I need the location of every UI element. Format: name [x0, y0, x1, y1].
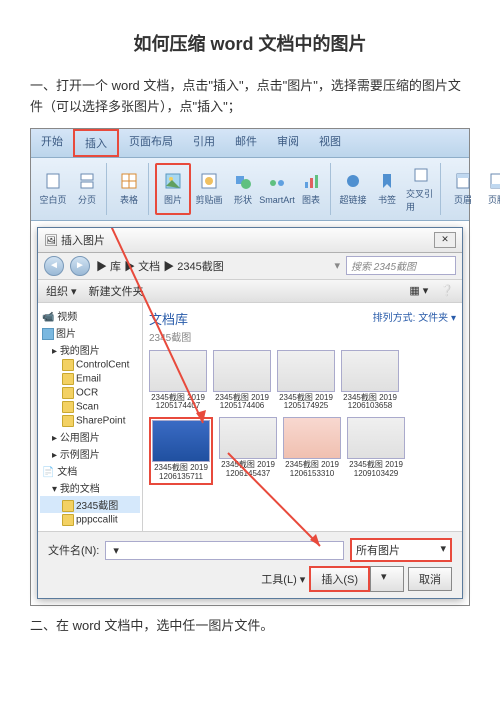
paragraph-1: 一、打开一个 word 文档，点击"插入"，点击"图片"，选择需要压缩的图片文件… [30, 76, 470, 118]
filter-dropdown[interactable]: 所有图片▾ [350, 538, 452, 562]
library-sub: 2345截图 [149, 329, 191, 344]
organize-button[interactable]: 组织 ▾ [46, 283, 77, 299]
insert-picture-dialog: 🖼 插入图片 ✕ ◄ ► ▶ 库 ▶ 文档 ▶ 2345截图 ▾ 搜索 2345… [37, 227, 463, 600]
ribbon-tabs: 开始 插入 页面布局 引用 邮件 审阅 视图 [31, 129, 469, 158]
thumbnail-item[interactable]: 2345截图 20191209103429 [347, 417, 405, 485]
sidebar: 📹 视频 图片 ▸ 我的图片 ControlCent Email OCR Sca… [38, 303, 143, 532]
tree-sample-pictures[interactable]: ▸ 示例图片 [40, 445, 140, 462]
tree-ocr[interactable]: OCR [40, 386, 140, 400]
blank-page-button[interactable]: 空白页 [37, 163, 69, 215]
thumbnail-item[interactable]: 2345截图 20191206145437 [219, 417, 277, 485]
picture-icon: 🖼 [44, 235, 58, 247]
tree-video[interactable]: 📹 视频 [40, 307, 140, 324]
search-input[interactable]: 搜索 2345截图 [346, 256, 456, 275]
breadcrumb[interactable]: ▶ 库 ▶ 文档 ▶ 2345截图 [96, 258, 328, 274]
new-folder-button[interactable]: 新建文件夹 [89, 283, 144, 299]
header-button[interactable]: 页眉 [447, 163, 479, 215]
tree-sharepoint[interactable]: SharePoint [40, 414, 140, 428]
page-title: 如何压缩 word 文档中的图片 [30, 30, 470, 56]
tree-scan[interactable]: Scan [40, 400, 140, 414]
thumbnail-item[interactable]: 2345截图 20191206103658 [341, 350, 399, 412]
filename-label: 文件名(N): [48, 542, 99, 558]
thumbnail-item[interactable]: 2345截图 20191205174925 [277, 350, 335, 412]
clipart-button[interactable]: 剪贴画 [193, 163, 225, 215]
tree-controlcenter[interactable]: ControlCent [40, 358, 140, 372]
table-button[interactable]: 表格 [113, 163, 145, 215]
bookmark-button[interactable]: 书签 [371, 163, 403, 215]
insert-dropdown[interactable]: ▾ [370, 566, 404, 592]
paragraph-2: 二、在 word 文档中，选中任一图片文件。 [30, 616, 470, 637]
tab-home[interactable]: 开始 [31, 129, 73, 157]
filename-input[interactable]: ▾ [105, 541, 344, 560]
thumbnail-item[interactable]: 2345截图 20191205174406 [213, 350, 271, 412]
tab-references[interactable]: 引用 [183, 129, 225, 157]
thumbnail-item[interactable]: 2345截图 20191205174407 [149, 350, 207, 412]
tree-2345[interactable]: 2345截图 [40, 496, 140, 513]
tab-mailings[interactable]: 邮件 [225, 129, 267, 157]
library-header: 文档库 [149, 309, 191, 328]
tree-my-docs[interactable]: ▾ 我的文档 [40, 479, 140, 496]
dialog-title: 🖼 插入图片 [44, 232, 105, 248]
back-button[interactable]: ◄ [44, 256, 64, 276]
crossref-button[interactable]: 交叉引用 [405, 163, 437, 215]
sort-dropdown[interactable]: 文件夹 ▾ [418, 313, 456, 324]
picture-button[interactable]: 图片 [155, 163, 191, 215]
tree-public-pictures[interactable]: ▸ 公用图片 [40, 428, 140, 445]
tree-docs[interactable]: 📄 文档 [40, 462, 140, 479]
smartart-button[interactable]: SmartArt [261, 163, 293, 215]
cancel-button[interactable]: 取消 [408, 567, 452, 591]
hyperlink-button[interactable]: 超链接 [337, 163, 369, 215]
tab-layout[interactable]: 页面布局 [119, 129, 183, 157]
tab-review[interactable]: 审阅 [267, 129, 309, 157]
tree-pictures[interactable]: 图片 [40, 324, 140, 341]
word-app-window: 开始 插入 页面布局 引用 邮件 审阅 视图 空白页 分页 表格 图片 剪贴画 … [30, 128, 470, 607]
page-break-button[interactable]: 分页 [71, 163, 103, 215]
file-pane: 文档库 2345截图 排列方式: 文件夹 ▾ 2345截图 2019120517… [143, 303, 462, 532]
thumbnail-item[interactable]: 2345截图 20191206135711 [149, 417, 213, 485]
chart-button[interactable]: 图表 [295, 163, 327, 215]
forward-button[interactable]: ► [70, 256, 90, 276]
tree-email[interactable]: Email [40, 372, 140, 386]
insert-button[interactable]: 插入(S) [309, 566, 370, 592]
view-icon[interactable]: ▦ ▾ [409, 284, 428, 297]
tree-pppccallit[interactable]: pppccallit [40, 513, 140, 527]
ribbon-content: 空白页 分页 表格 图片 剪贴画 形状 SmartArt 图表 超链接 书签 交… [31, 158, 469, 221]
footer-button[interactable]: 页脚 [481, 163, 500, 215]
help-icon[interactable]: ❔ [440, 284, 454, 297]
tab-view[interactable]: 视图 [309, 129, 351, 157]
tools-button[interactable]: 工具(L) ▾ [261, 571, 305, 587]
shapes-button[interactable]: 形状 [227, 163, 259, 215]
close-icon[interactable]: ✕ [434, 232, 456, 248]
tab-insert[interactable]: 插入 [73, 129, 119, 157]
thumbnail-item[interactable]: 2345截图 20191206153310 [283, 417, 341, 485]
tree-my-pictures[interactable]: ▸ 我的图片 [40, 341, 140, 358]
